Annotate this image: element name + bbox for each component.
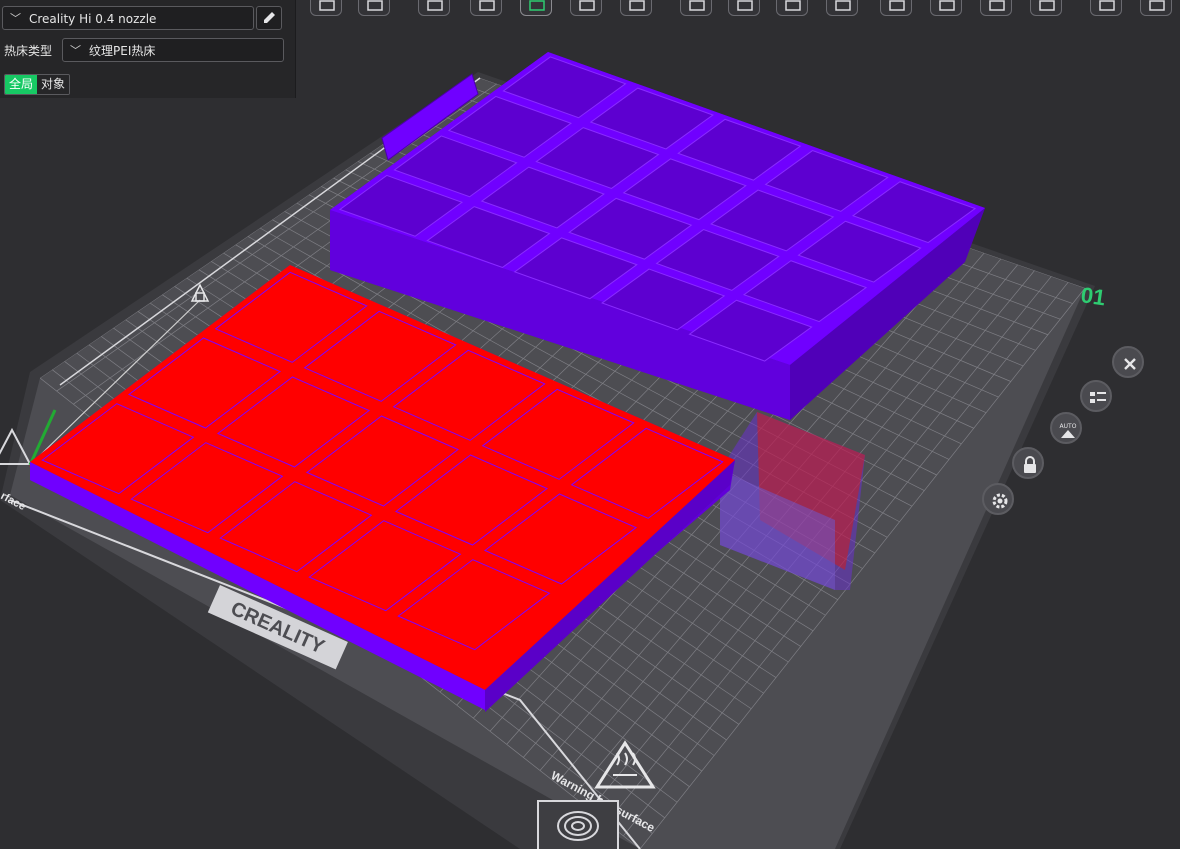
chevron-down-icon: ﹀ [70,44,81,57]
svg-text:AUTO: AUTO [1060,423,1077,430]
toolbar-button-cube-view[interactable] [310,0,342,16]
toolbar-button-slice-plate[interactable] [520,0,552,16]
layers-icon [835,0,851,11]
bed-type-select-value: 纹理PEI热床 [89,44,156,58]
lock-icon [1024,456,1036,473]
export-icon [629,0,645,11]
arrange-icon [579,0,595,11]
toolbar-button-grid-view[interactable] [358,0,390,16]
fingerprint-icon [537,800,619,849]
printer-settings-panel: ﹀ Creality Hi 0.4 nozzle 热床类型 ﹀ 纹理PEI热床 … [0,0,296,98]
auto-orient-icon: AUTO [1060,423,1077,438]
list-icon [1090,392,1106,403]
layout-icon [689,0,705,11]
plate-number: 01 [1079,282,1107,310]
support-icon [1099,0,1115,11]
printer-select[interactable]: ﹀ Creality Hi 0.4 nozzle [2,6,254,30]
chevron-down-icon: ﹀ [10,12,21,25]
tab-object[interactable]: 对象 [37,75,70,94]
lock-plate-button[interactable] [1012,447,1044,479]
toolbar-button-export[interactable] [620,0,652,16]
add-part-icon [427,0,443,11]
add-tool-icon [989,0,1005,11]
bed-type-select[interactable]: ﹀ 纹理PEI热床 [62,38,284,62]
scope-toggle: 全局 对象 [4,74,71,95]
toolbar-button-remove-part[interactable] [470,0,502,16]
toolbar-button-settings-gear[interactable] [728,0,760,16]
toolbar-button-support[interactable] [1090,0,1122,16]
3d-viewport[interactable]: CREALITY 01 Warning hot surface rface [0,0,1180,849]
toolbar-button-layers[interactable] [826,0,858,16]
toolbar-button-wrench[interactable] [1140,0,1172,16]
arrange-list-button[interactable] [1080,380,1112,412]
settings-gear-icon [737,0,753,11]
auto-orient-button[interactable]: AUTO [1050,412,1082,444]
toolbar-button-arrange[interactable] [570,0,602,16]
toolbar-button-add-tool[interactable] [980,0,1012,16]
tab-global[interactable]: 全局 [5,75,38,94]
toolbar-button-measure[interactable] [776,0,808,16]
close-plate-button[interactable] [1112,346,1144,378]
slice-plate-icon [529,0,545,11]
measure-icon [785,0,801,11]
toolbar-button-add-part[interactable] [418,0,450,16]
grid-view-icon [367,0,383,11]
bed-type-label: 热床类型 [4,44,53,58]
gear-icon [992,493,1008,509]
cube-view-icon [319,0,335,11]
edit-tool-icon [939,0,955,11]
toolbar-button-edit-tool[interactable] [930,0,962,16]
wrench-icon [1149,0,1165,11]
edit-printer-button[interactable] [256,6,282,30]
close-icon [1124,358,1136,370]
plate-settings-button[interactable] [982,483,1014,515]
align-icon [1039,0,1055,11]
toolbar-button-align[interactable] [1030,0,1062,16]
camera-icon [889,0,905,11]
toolbar-button-camera[interactable] [880,0,912,16]
printer-select-value: Creality Hi 0.4 nozzle [29,12,157,26]
toolbar-button-layout[interactable] [680,0,712,16]
remove-part-icon [479,0,495,11]
pencil-icon [264,12,275,23]
